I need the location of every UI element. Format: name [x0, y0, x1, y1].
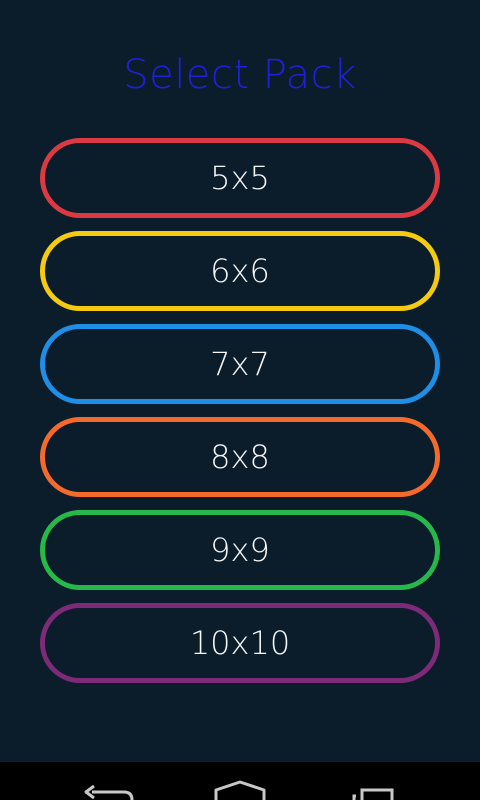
pack-list: 5x5 6x6 7x7 8x8 9x9 10x10: [40, 138, 440, 696]
system-navigation-bar: [0, 762, 480, 800]
back-button[interactable]: [58, 762, 158, 800]
pack-button-9x9[interactable]: 9x9: [40, 510, 440, 590]
app-screen: Select Pack 5x5 6x6 7x7 8x8 9x9 10x10: [0, 0, 480, 762]
home-icon: [214, 780, 266, 800]
recent-apps-icon: [352, 788, 394, 800]
back-icon: [84, 784, 134, 800]
recent-apps-button[interactable]: [322, 762, 422, 800]
pack-button-6x6[interactable]: 6x6: [40, 231, 440, 311]
pack-button-8x8[interactable]: 8x8: [40, 417, 440, 497]
home-button[interactable]: [190, 762, 290, 800]
pack-button-7x7[interactable]: 7x7: [40, 324, 440, 404]
pack-button-5x5[interactable]: 5x5: [40, 138, 440, 218]
pack-button-10x10[interactable]: 10x10: [40, 603, 440, 683]
page-title: Select Pack: [123, 52, 357, 98]
